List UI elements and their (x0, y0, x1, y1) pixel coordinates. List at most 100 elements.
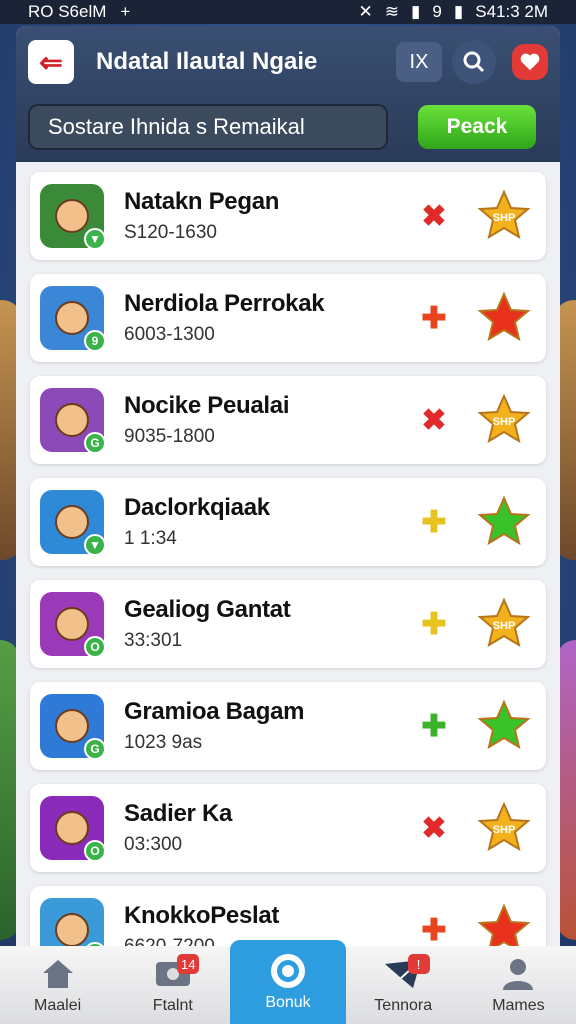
tab-label: Maalei (34, 997, 82, 1014)
status-mark-icon[interactable]: ✖ (414, 811, 454, 846)
status-mark-icon[interactable]: ✚ (414, 607, 454, 642)
character-icon (55, 709, 89, 743)
tab-label: Ftalnt (152, 997, 193, 1014)
avatar-badge: G (84, 432, 106, 454)
item-name: Gramioa Bagam (124, 698, 305, 725)
character-icon (55, 811, 89, 845)
header: ⇐ Ndatal Ilautal Ngaie IX Peack (16, 26, 560, 162)
status-mark-icon[interactable]: ✖ (414, 199, 454, 234)
bottom-tab-bar: Maalei Ftalnt 14 Bonuk Tennora ! Mames (0, 940, 576, 1024)
avatar-badge: 9 (84, 330, 106, 352)
item-name: Daclorkqiaak (124, 494, 270, 521)
mute-icon: ✕ (358, 2, 373, 21)
list-item[interactable]: ▼ Natakn Pegan S120-1630 ✖ SHP (30, 172, 546, 260)
list-item[interactable]: O Sadier Ka 03:300 ✖ SHP (30, 784, 546, 872)
page-title: Ndatal Ilautal Ngaie (96, 48, 318, 75)
status-mark-icon[interactable]: ✚ (414, 505, 454, 540)
notification-badge: 14 (177, 954, 200, 974)
list-item[interactable]: G Nocike Peualai 9035-1800 ✖ SHP (30, 376, 546, 464)
avatar-badge: ▼ (84, 228, 106, 250)
status-mark-icon[interactable]: ✚ (414, 301, 454, 336)
avatar: O (40, 592, 106, 658)
item-name: Nocike Peualai (124, 392, 290, 419)
tab-mames[interactable]: Mames (461, 946, 576, 1024)
character-icon (55, 505, 89, 539)
avatar-badge: ▼ (84, 534, 106, 556)
close-button[interactable]: IX (396, 42, 442, 82)
star-icon[interactable] (476, 698, 532, 754)
avatar: 9 (40, 286, 106, 352)
avatar: ▼ (40, 490, 106, 556)
item-subtitle: 03:300 (124, 834, 183, 855)
tab-tennora[interactable]: Tennora ! (346, 946, 461, 1024)
star-label: SHP (493, 416, 516, 428)
item-name: Nerdiola Perrokak (124, 290, 325, 317)
character-icon (55, 607, 89, 641)
wifi-icon: ≋ (384, 2, 400, 21)
star-icon[interactable]: SHP (476, 596, 532, 652)
character-icon (55, 913, 89, 946)
item-list: ▼ Natakn Pegan S120-1630 ✖ SHP 9 Nerdiol… (16, 162, 560, 946)
item-subtitle: 33:301 (124, 630, 183, 651)
star-icon[interactable] (476, 902, 532, 946)
item-subtitle: 1 1:34 (124, 528, 177, 549)
item-name: Natakn Pegan (124, 188, 280, 215)
avatar-badge: G (84, 738, 106, 760)
avatar: G (40, 694, 106, 760)
status-bar: RO S6elM + ✕ ≋ ▮ 9 ▮ S41:3 2M (0, 0, 576, 24)
status-plus-icon: + (120, 2, 131, 21)
search-icon (463, 51, 485, 73)
character-icon (55, 301, 89, 335)
item-subtitle: 6003-1300 (124, 324, 215, 345)
search-input[interactable] (28, 104, 388, 150)
tab-label: Bonuk (265, 994, 311, 1011)
item-subtitle: 9035-1800 (124, 426, 215, 447)
star-icon[interactable]: SHP (476, 392, 532, 448)
peack-button[interactable]: Peack (418, 105, 536, 149)
tab-ftalnt[interactable]: Ftalnt 14 (115, 946, 230, 1024)
star-icon[interactable]: SHP (476, 800, 532, 856)
list-item[interactable]: 9 Nerdiola Perrokak 6003-1300 ✚ (30, 274, 546, 362)
status-mark-icon[interactable]: ✖ (414, 403, 454, 438)
item-subtitle: 1023 9as (124, 732, 203, 753)
signal-value: 9 (432, 2, 442, 21)
star-label: SHP (493, 212, 516, 224)
home-icon (38, 955, 78, 993)
star-label: SHP (493, 620, 516, 632)
status-mark-icon[interactable]: ✚ (414, 913, 454, 947)
character-icon (55, 199, 89, 233)
target-icon (268, 952, 308, 990)
item-name: Gealiog Gantat (124, 596, 291, 623)
arrow-left-icon: ⇐ (39, 46, 63, 78)
tab-bonuk[interactable]: Bonuk (230, 940, 346, 1024)
favorite-button[interactable] (512, 44, 548, 80)
avatar: ▼ (40, 898, 106, 946)
list-item[interactable]: O Gealiog Gantat 33:301 ✚ SHP (30, 580, 546, 668)
status-carrier: RO S6elM (28, 2, 107, 21)
signal-icon: ▮ (411, 2, 421, 21)
tab-label: Tennora (374, 997, 433, 1014)
item-subtitle: S120-1630 (124, 222, 217, 243)
character-icon (55, 403, 89, 437)
list-item[interactable]: ▼ KnokkoPeslat 6620-7200 ✚ (30, 886, 546, 946)
battery-icon: ▮ (453, 2, 464, 21)
star-icon[interactable] (476, 290, 532, 346)
status-time: S41:3 2M (475, 2, 548, 21)
notification-badge: ! (407, 954, 430, 974)
list-item[interactable]: G Gramioa Bagam 1023 9as ✚ (30, 682, 546, 770)
search-button[interactable] (452, 40, 496, 84)
avatar: G (40, 388, 106, 454)
item-name: KnokkoPeslat (124, 902, 280, 929)
back-button[interactable]: ⇐ (28, 40, 74, 84)
tab-maalei[interactable]: Maalei (0, 946, 115, 1024)
avatar-badge: O (84, 840, 106, 862)
item-name: Sadier Ka (124, 800, 233, 827)
main-panel: ⇐ Ndatal Ilautal Ngaie IX Peack (16, 26, 560, 946)
list-item[interactable]: ▼ Daclorkqiaak 1 1:34 ✚ (30, 478, 546, 566)
star-icon[interactable] (476, 494, 532, 550)
star-label: SHP (493, 824, 516, 836)
star-icon[interactable]: SHP (476, 188, 532, 244)
status-mark-icon[interactable]: ✚ (414, 709, 454, 744)
person-icon (498, 955, 538, 993)
avatar: O (40, 796, 106, 862)
